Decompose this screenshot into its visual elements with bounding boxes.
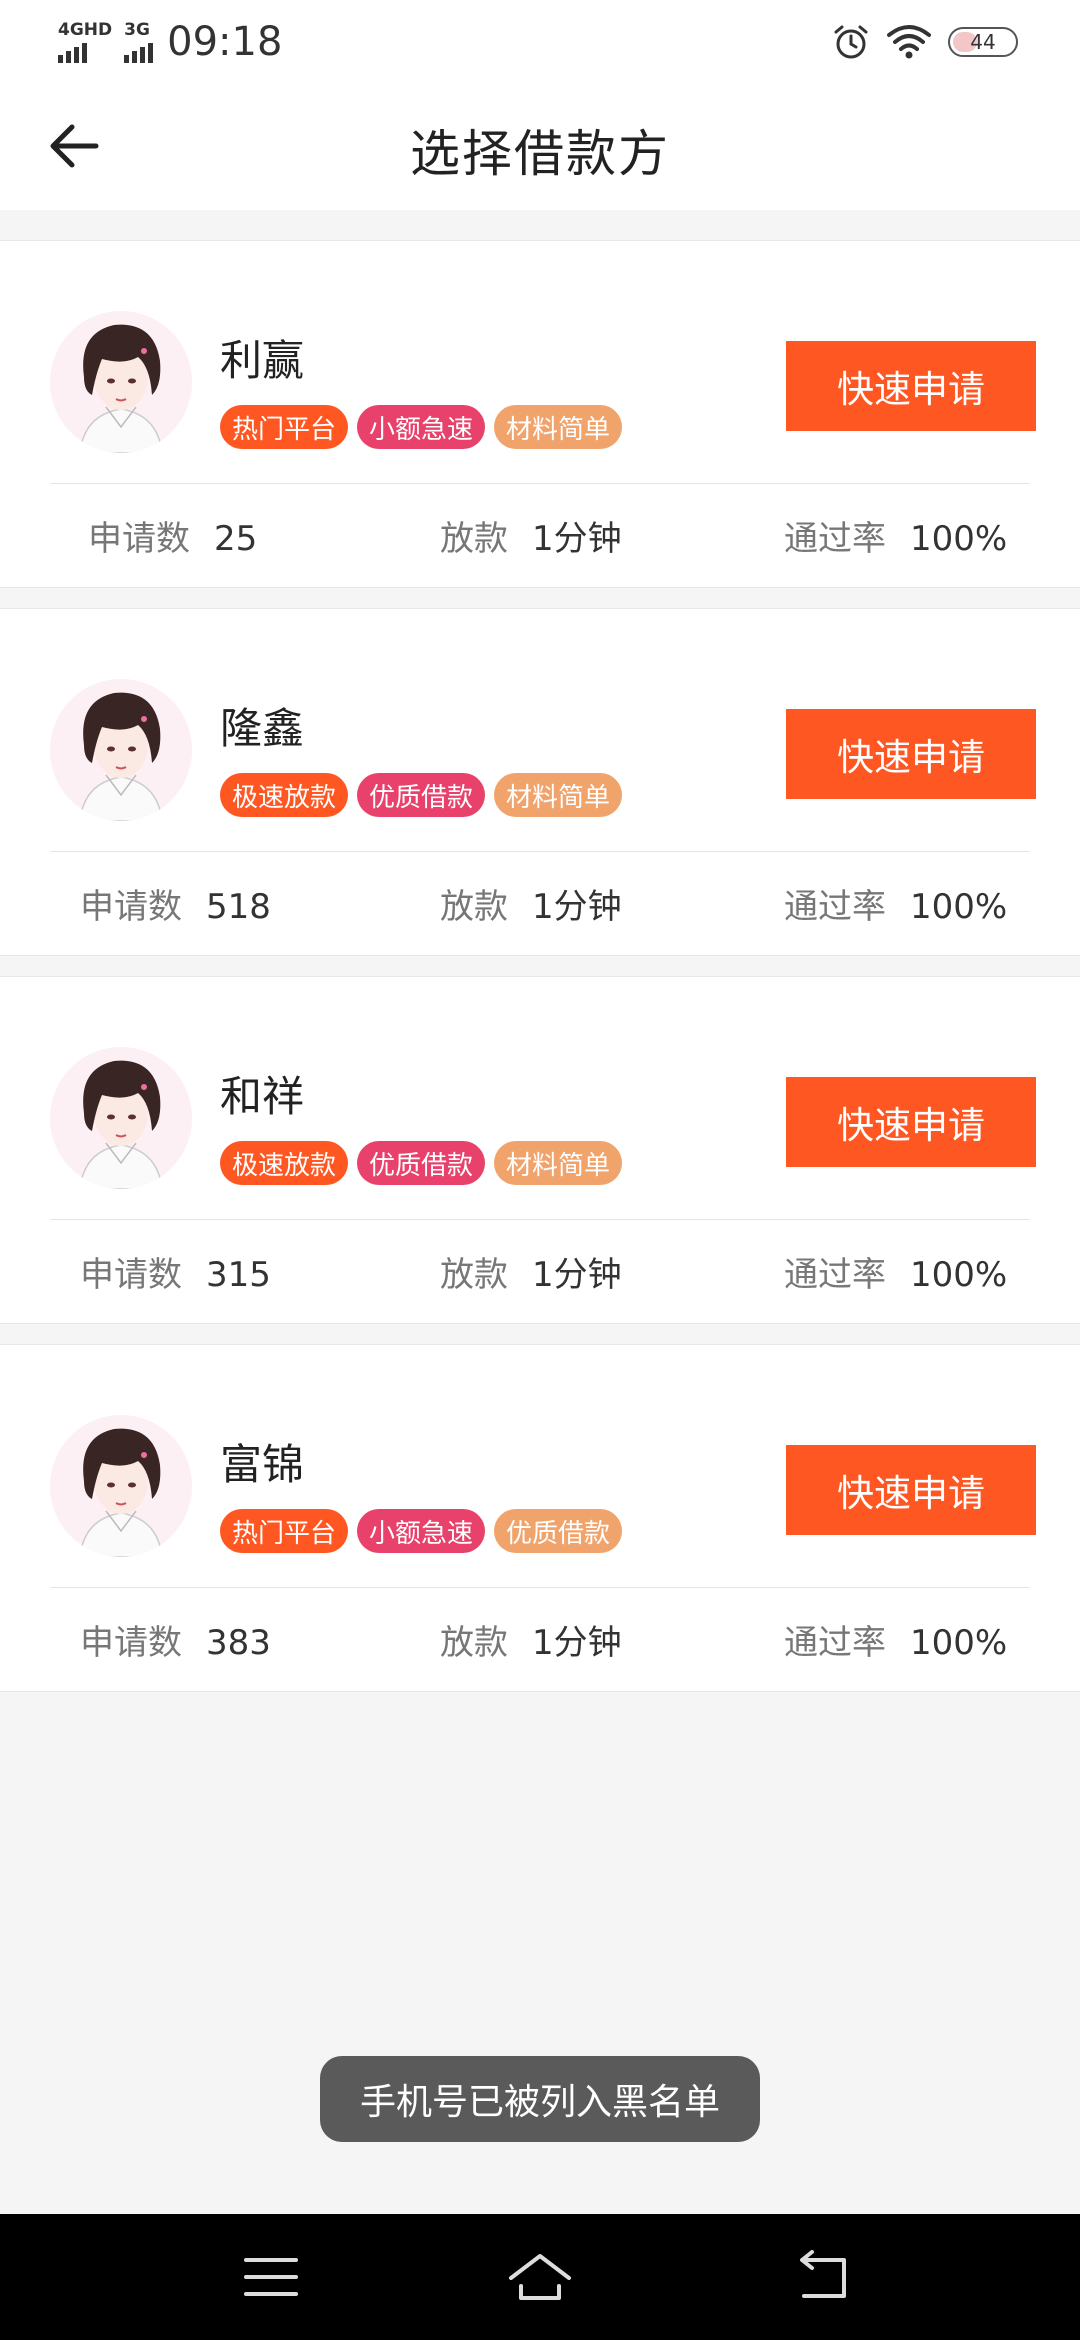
applications-label: 申请数 — [80, 1623, 182, 1663]
avatar — [50, 1047, 192, 1189]
feature-tag: 优质借款 — [357, 773, 486, 817]
feature-tag: 热门平台 — [220, 405, 349, 449]
tag-list: 极速放款 优质借款 材料简单 — [220, 773, 623, 817]
applications-label: 申请数 — [80, 887, 182, 927]
stat-pass-rate: 通过率 100% — [784, 879, 1007, 928]
pass-rate-label: 通过率 — [784, 1255, 886, 1295]
status-left: 4GHD 3G 09:18 — [58, 14, 282, 70]
pass-rate-label: 通过率 — [784, 519, 886, 559]
applications-label: 申请数 — [80, 1255, 182, 1295]
divider — [50, 1587, 1030, 1588]
pass-rate-label: 通过率 — [784, 1623, 886, 1663]
lender-card[interactable]: 富锦 热门平台 小额急速 优质借款 快速申请 申请数 383 放款 1分钟 通过率 … — [0, 1344, 1080, 1692]
loan-time-value: 1分钟 — [532, 887, 622, 927]
loan-label: 放款 — [440, 1255, 508, 1295]
applications-value: 315 — [206, 1255, 271, 1295]
loan-label: 放款 — [440, 519, 508, 559]
stat-pass-rate: 通过率 100% — [784, 1247, 1007, 1296]
divider — [50, 483, 1030, 484]
pass-rate-value: 100% — [910, 1623, 1008, 1663]
alarm-icon — [834, 25, 868, 59]
signal-bars-icon — [124, 41, 154, 63]
loan-label: 放款 — [440, 1623, 508, 1663]
loan-label: 放款 — [440, 887, 508, 927]
stat-pass-rate: 通过率 100% — [784, 511, 1007, 560]
quick-apply-button[interactable]: 快速申请 — [786, 709, 1036, 799]
stat-loan-time: 放款 1分钟 — [440, 879, 622, 928]
menu-icon[interactable] — [236, 2242, 306, 2312]
feature-tag: 优质借款 — [494, 1509, 623, 1553]
feature-tag: 小额急速 — [357, 405, 486, 449]
avatar — [50, 679, 192, 821]
tag-list: 热门平台 小额急速 材料简单 — [220, 405, 623, 449]
feature-tag: 优质借款 — [357, 1141, 486, 1185]
divider — [50, 1219, 1030, 1220]
stat-pass-rate: 通过率 100% — [784, 1615, 1007, 1664]
home-icon[interactable] — [505, 2242, 575, 2312]
lender-name: 隆鑫 — [220, 704, 305, 753]
lender-name: 利赢 — [220, 336, 305, 385]
lender-name: 富锦 — [220, 1440, 305, 1489]
lender-name: 和祥 — [220, 1072, 305, 1121]
avatar — [50, 1415, 192, 1557]
lender-card[interactable]: 隆鑫 极速放款 优质借款 材料简单 快速申请 申请数 518 放款 1分钟 通过率 … — [0, 608, 1080, 956]
status-right: 44 — [832, 20, 1018, 64]
feature-tag: 材料简单 — [494, 1141, 623, 1185]
lender-card[interactable]: 和祥 极速放款 优质借款 材料简单 快速申请 申请数 315 放款 1分钟 通过率 … — [0, 976, 1080, 1324]
feature-tag: 热门平台 — [220, 1509, 349, 1553]
signal-4g: 4GHD — [58, 21, 112, 63]
feature-tag: 极速放款 — [220, 773, 349, 817]
stat-applications: 申请数 315 — [80, 1247, 271, 1296]
divider — [50, 851, 1030, 852]
signal-3g-label: 3G — [124, 20, 150, 40]
header: 选择借款方 — [0, 84, 1080, 210]
system-nav-bar — [0, 2214, 1080, 2340]
loan-time-value: 1分钟 — [532, 1623, 622, 1663]
feature-tag: 小额急速 — [357, 1509, 486, 1553]
battery-level: 44 — [970, 30, 996, 54]
lender-card[interactable]: 利赢 热门平台 小额急速 材料简单 快速申请 申请数 25 放款 1分钟 通过率 1… — [0, 240, 1080, 588]
pass-rate-label: 通过率 — [784, 887, 886, 927]
signal-4g-label: 4GHD — [58, 20, 113, 40]
battery-icon: 44 — [948, 27, 1018, 57]
stat-applications: 申请数 25 — [88, 511, 257, 560]
applications-label: 申请数 — [88, 519, 190, 559]
applications-value: 518 — [206, 887, 271, 927]
feature-tag: 材料简单 — [494, 405, 623, 449]
stat-applications: 申请数 383 — [80, 1615, 271, 1664]
pass-rate-value: 100% — [910, 519, 1008, 559]
quick-apply-button[interactable]: 快速申请 — [786, 1445, 1036, 1535]
stat-loan-time: 放款 1分钟 — [440, 511, 622, 560]
back-icon[interactable] — [790, 2242, 860, 2312]
feature-tag: 材料简单 — [494, 773, 623, 817]
applications-value: 383 — [206, 1623, 271, 1663]
stat-loan-time: 放款 1分钟 — [440, 1247, 622, 1296]
clock-time: 09:18 — [167, 19, 283, 65]
avatar — [50, 311, 192, 453]
quick-apply-button[interactable]: 快速申请 — [786, 1077, 1036, 1167]
tag-list: 极速放款 优质借款 材料简单 — [220, 1141, 623, 1185]
pass-rate-value: 100% — [910, 1255, 1008, 1295]
quick-apply-button[interactable]: 快速申请 — [786, 341, 1036, 431]
tag-list: 热门平台 小额急速 优质借款 — [220, 1509, 623, 1553]
signal-3g: 3G — [124, 20, 154, 63]
wifi-icon — [887, 25, 931, 59]
loan-time-value: 1分钟 — [532, 519, 622, 559]
stat-loan-time: 放款 1分钟 — [440, 1615, 622, 1664]
loan-time-value: 1分钟 — [532, 1255, 622, 1295]
stat-applications: 申请数 518 — [80, 879, 271, 928]
page-title: 选择借款方 — [410, 125, 670, 183]
feature-tag: 极速放款 — [220, 1141, 349, 1185]
status-bar: 4GHD 3G 09:18 44 — [0, 0, 1080, 84]
toast-message: 手机号已被列入黑名单 — [320, 2056, 760, 2142]
signal-bars-icon — [58, 41, 87, 63]
applications-value: 25 — [214, 519, 258, 559]
pass-rate-value: 100% — [910, 887, 1008, 927]
